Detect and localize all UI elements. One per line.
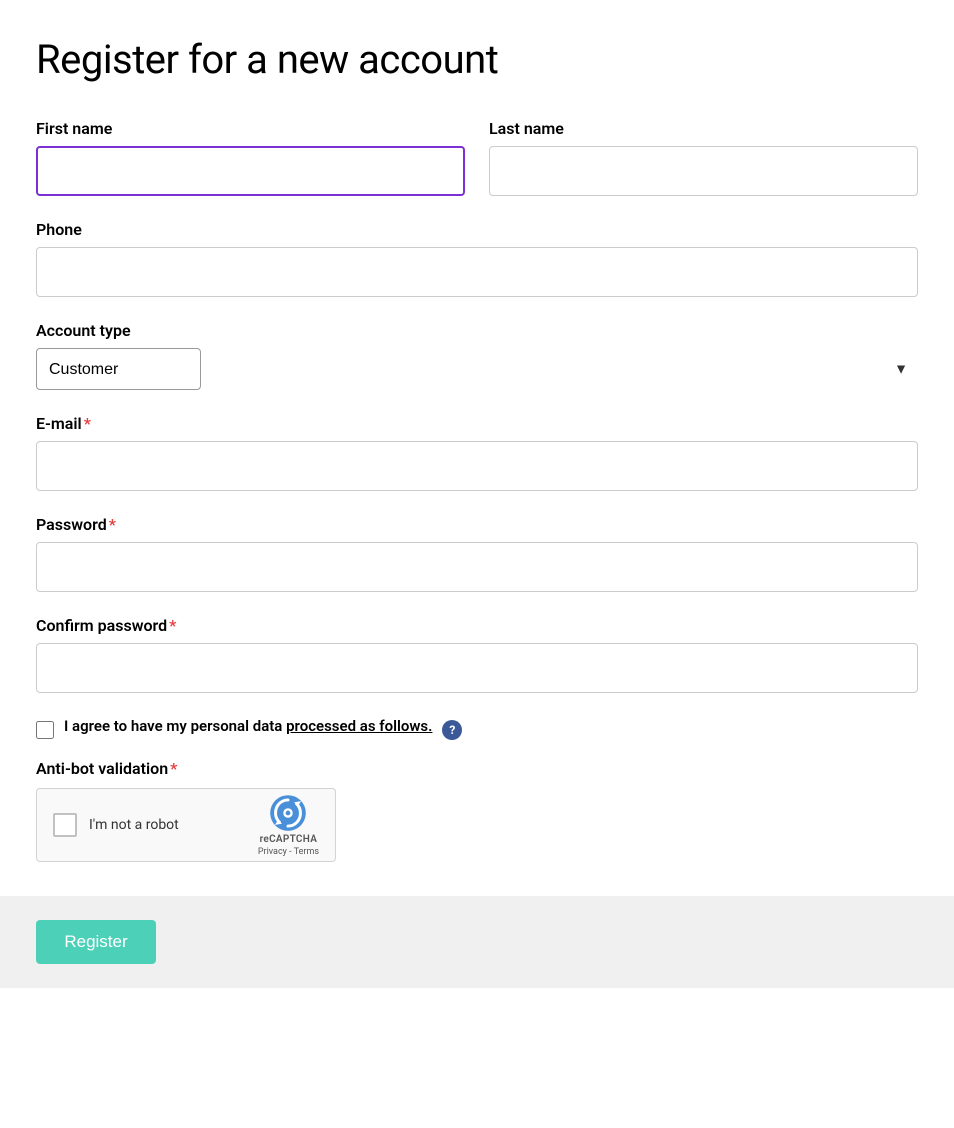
first-name-input[interactable] (36, 146, 465, 196)
recaptcha-links: Privacy - Terms (258, 847, 319, 857)
email-input[interactable] (36, 441, 918, 491)
last-name-label: Last name (489, 119, 918, 138)
email-required-star: * (84, 414, 91, 433)
chevron-down-icon: ▼ (894, 361, 908, 378)
account-type-wrapper: Customer Business Admin ▼ (36, 348, 918, 390)
password-input[interactable] (36, 542, 918, 592)
recaptcha-logo: reCAPTCHA Privacy - Terms (258, 794, 319, 857)
register-button[interactable]: Register (36, 920, 156, 964)
last-name-input[interactable] (489, 146, 918, 196)
recaptcha-icon (269, 794, 307, 832)
phone-label: Phone (36, 220, 918, 239)
terms-link[interactable]: processed as follows. (286, 717, 432, 735)
terms-row: I agree to have my personal data process… (36, 717, 918, 743)
confirm-password-label: Confirm password* (36, 616, 918, 635)
anti-bot-label: Anti-bot validation* (36, 759, 918, 778)
terms-label[interactable]: I agree to have my personal data process… (64, 717, 432, 735)
account-type-label: Account type (36, 321, 918, 340)
anti-bot-required-star: * (170, 759, 177, 778)
confirm-password-input[interactable] (36, 643, 918, 693)
terms-checkbox[interactable] (36, 721, 54, 739)
recaptcha-widget[interactable]: I'm not a robot reCAPTCHA Privacy - Term… (36, 788, 336, 862)
confirm-password-required-star: * (169, 616, 176, 635)
password-label: Password* (36, 515, 918, 534)
recaptcha-brand: reCAPTCHA (260, 834, 318, 845)
first-name-label: First name (36, 119, 465, 138)
recaptcha-checkbox[interactable] (53, 813, 77, 837)
phone-input[interactable] (36, 247, 918, 297)
help-icon[interactable]: ? (442, 720, 462, 740)
recaptcha-text: I'm not a robot (89, 817, 246, 833)
account-type-select[interactable]: Customer Business Admin (36, 348, 201, 390)
email-label: E-mail* (36, 414, 918, 433)
page-title: Register for a new account (36, 36, 918, 83)
footer-bar: Register (0, 896, 954, 988)
password-required-star: * (109, 515, 116, 534)
